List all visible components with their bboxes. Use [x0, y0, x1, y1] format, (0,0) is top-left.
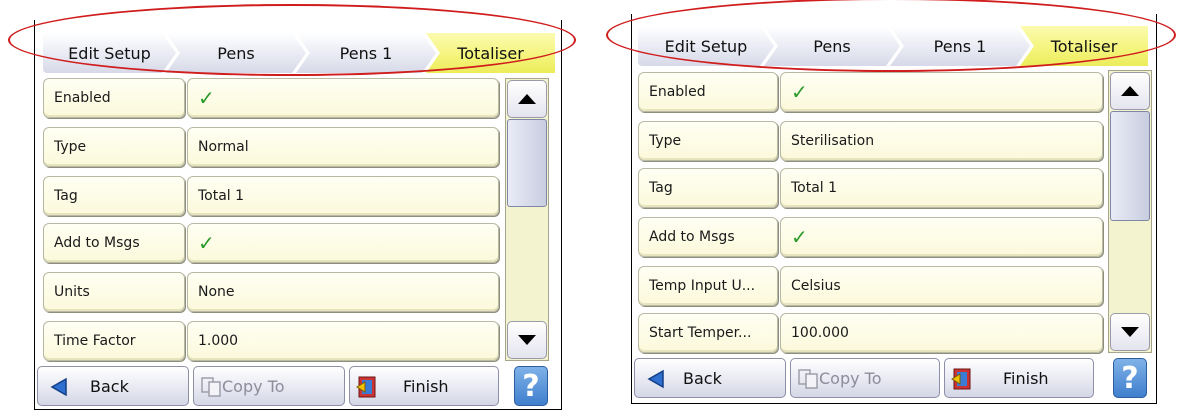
- copy-icon: [798, 369, 818, 389]
- scroll-down-button[interactable]: [507, 321, 547, 359]
- finish-button[interactable]: Finish: [944, 358, 1094, 398]
- row-value[interactable]: ✓: [187, 78, 499, 118]
- triangle-down-icon: [518, 335, 536, 345]
- scroll-thumb[interactable]: [507, 119, 547, 207]
- row-value-text: Normal: [198, 139, 249, 155]
- row-label-text: Type: [54, 139, 87, 155]
- copy-to-button[interactable]: Copy To: [193, 366, 345, 406]
- row-value[interactable]: Total 1: [187, 176, 499, 216]
- settings-row[interactable]: Type Sterilisation: [638, 121, 1103, 161]
- settings-row[interactable]: Units None: [43, 272, 499, 312]
- row-value[interactable]: ✓: [187, 223, 499, 263]
- checkmark-icon: ✓: [791, 225, 808, 249]
- row-label: Add to Msgs: [638, 217, 778, 257]
- row-label-text: Tag: [649, 180, 673, 196]
- finish-label: Finish: [403, 376, 449, 396]
- row-label: Tag: [638, 168, 778, 208]
- row-label: Start Temper...: [638, 313, 778, 353]
- row-label: Type: [638, 121, 778, 161]
- triangle-up-icon: [1121, 86, 1139, 96]
- row-label: Time Factor: [43, 321, 185, 361]
- row-label-text: Tag: [54, 188, 78, 204]
- scroll-up-button[interactable]: [1110, 72, 1150, 110]
- checkmark-icon: ✓: [198, 86, 215, 110]
- settings-row[interactable]: Start Temper... 100.000: [638, 313, 1103, 353]
- settings-row[interactable]: Tag Total 1: [43, 176, 499, 216]
- row-value[interactable]: None: [187, 272, 499, 312]
- scrollbar[interactable]: [505, 78, 549, 361]
- row-value[interactable]: 1.000: [187, 321, 499, 361]
- row-value[interactable]: ✓: [780, 72, 1103, 112]
- scroll-up-button[interactable]: [507, 80, 547, 118]
- row-label: Units: [43, 272, 185, 312]
- row-value-text: Celsius: [791, 278, 841, 294]
- row-label-text: Type: [649, 133, 682, 149]
- row-value[interactable]: 100.000: [780, 313, 1103, 353]
- row-value[interactable]: ✓: [780, 217, 1103, 257]
- highlight-oval-left: [8, 4, 576, 76]
- copy-to-button[interactable]: Copy To: [790, 358, 940, 398]
- row-value-text: Sterilisation: [791, 133, 875, 149]
- back-label: Back: [90, 376, 129, 396]
- row-label: Enabled: [43, 78, 185, 118]
- help-icon: ?: [1121, 360, 1139, 396]
- row-value-text: Total 1: [791, 180, 838, 196]
- scroll-down-button[interactable]: [1110, 313, 1150, 351]
- row-value[interactable]: Celsius: [780, 266, 1103, 306]
- settings-row[interactable]: Enabled ✓: [638, 72, 1103, 112]
- left-arrow-icon: [647, 369, 664, 389]
- triangle-down-icon: [1121, 327, 1139, 337]
- row-label-text: Add to Msgs: [649, 229, 735, 245]
- row-value-text: None: [198, 284, 235, 300]
- finish-label: Finish: [1003, 368, 1049, 388]
- settings-row[interactable]: Time Factor 1.000: [43, 321, 499, 361]
- back-button[interactable]: Back: [37, 366, 189, 406]
- checkmark-icon: ✓: [791, 80, 808, 104]
- settings-row[interactable]: Tag Total 1: [638, 168, 1103, 208]
- row-label-text: Units: [54, 284, 90, 300]
- row-value[interactable]: Total 1: [780, 168, 1103, 208]
- settings-row[interactable]: Enabled ✓: [43, 78, 499, 118]
- row-value-text: 100.000: [791, 325, 849, 341]
- copy-to-label: Copy To: [819, 368, 882, 388]
- copy-icon: [201, 377, 221, 397]
- finish-door-icon: [951, 368, 971, 390]
- left-arrow-icon: [50, 377, 67, 397]
- help-icon: ?: [522, 368, 540, 404]
- row-label: Temp Input U...: [638, 266, 778, 306]
- row-value[interactable]: Sterilisation: [780, 121, 1103, 161]
- finish-door-icon: [356, 376, 376, 398]
- scrollbar[interactable]: [1108, 70, 1152, 353]
- row-label-text: Enabled: [649, 84, 706, 100]
- row-label-text: Enabled: [54, 90, 111, 106]
- row-label-text: Add to Msgs: [54, 235, 140, 251]
- scroll-thumb[interactable]: [1110, 111, 1150, 221]
- row-label-text: Start Temper...: [649, 325, 752, 341]
- row-value-text: Total 1: [198, 188, 245, 204]
- settings-row[interactable]: Add to Msgs ✓: [43, 223, 499, 263]
- row-label: Tag: [43, 176, 185, 216]
- triangle-up-icon: [518, 94, 536, 104]
- checkmark-icon: ✓: [198, 231, 215, 255]
- row-label: Enabled: [638, 72, 778, 112]
- row-label: Add to Msgs: [43, 223, 185, 263]
- settings-row[interactable]: Temp Input U... Celsius: [638, 266, 1103, 306]
- help-button[interactable]: ?: [514, 366, 548, 406]
- settings-row[interactable]: Type Normal: [43, 127, 499, 167]
- row-value[interactable]: Normal: [187, 127, 499, 167]
- row-value-text: 1.000: [198, 333, 239, 349]
- help-button[interactable]: ?: [1113, 358, 1147, 398]
- row-label-text: Temp Input U...: [649, 278, 756, 294]
- row-label-text: Time Factor: [54, 333, 136, 349]
- highlight-oval-right: [606, 0, 1176, 72]
- copy-to-label: Copy To: [222, 376, 285, 396]
- settings-row[interactable]: Add to Msgs ✓: [638, 217, 1103, 257]
- back-button[interactable]: Back: [634, 358, 786, 398]
- row-label: Type: [43, 127, 185, 167]
- finish-button[interactable]: Finish: [349, 366, 499, 406]
- back-label: Back: [683, 368, 722, 388]
